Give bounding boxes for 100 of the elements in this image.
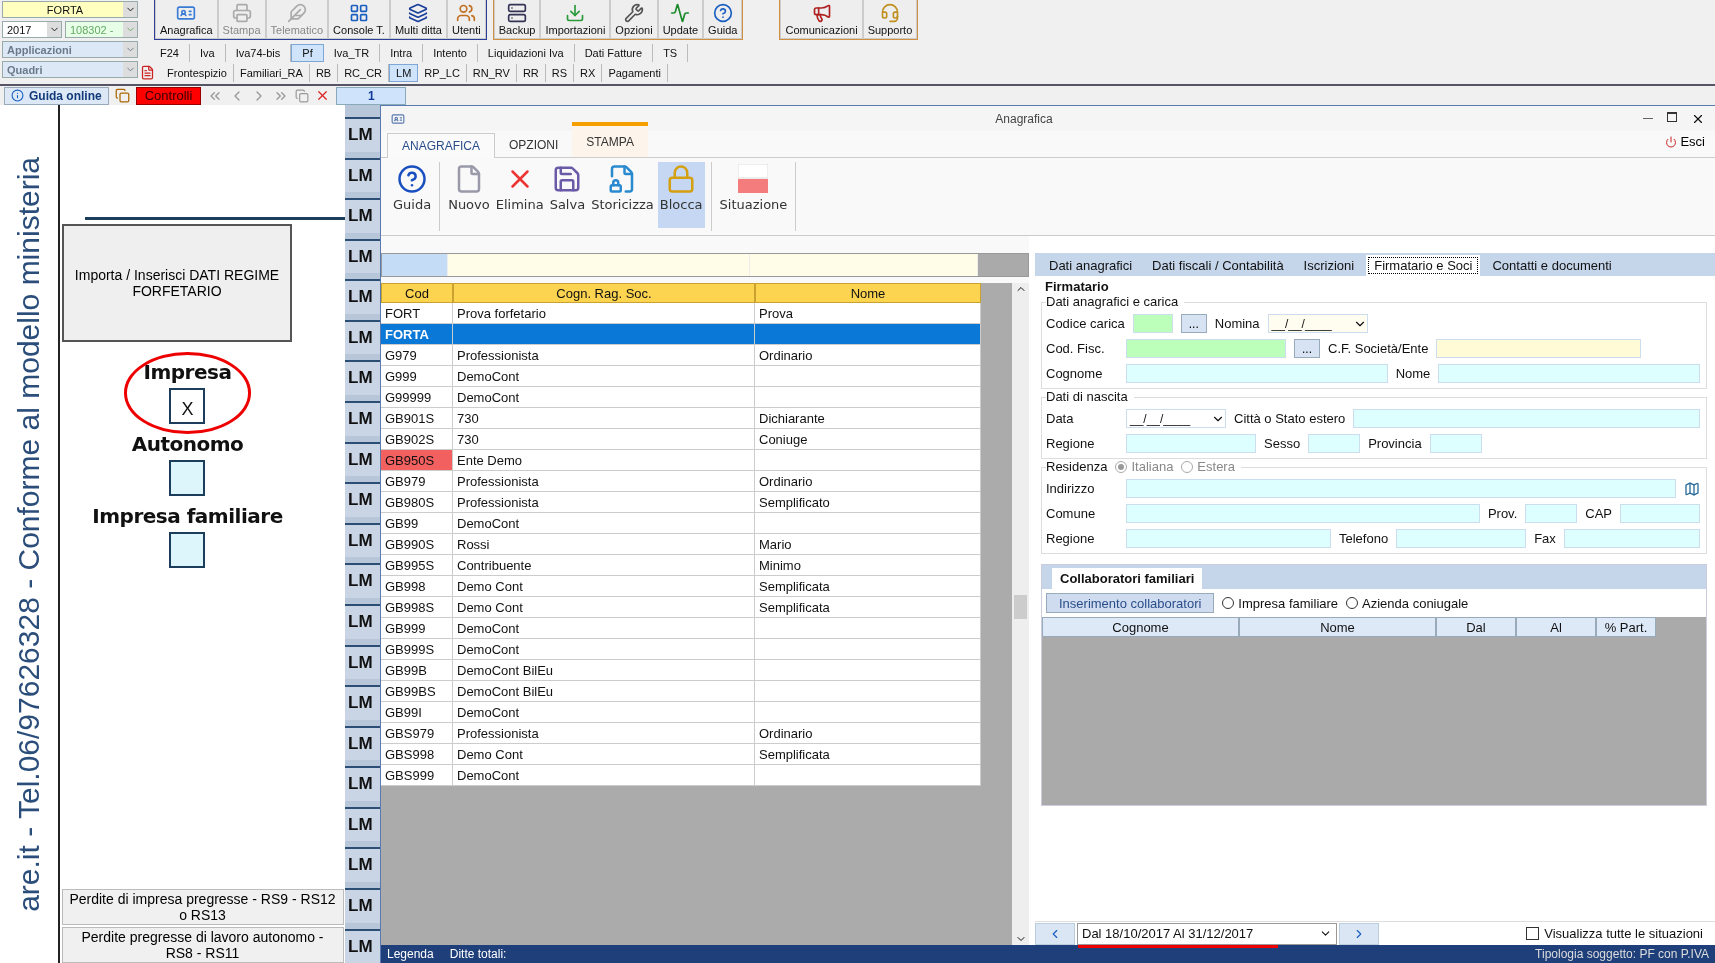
ribbon-tab[interactable]: ANAGRAFICA (387, 133, 495, 158)
page-number-field[interactable]: 1 (336, 86, 407, 105)
column-header[interactable]: % Part. (1596, 617, 1656, 637)
option-checkbox[interactable] (169, 532, 206, 568)
toolbar-button[interactable]: Importazioni (540, 0, 611, 39)
input-field[interactable] (1525, 504, 1578, 523)
app-tab[interactable]: Iva (189, 44, 226, 62)
quadro-tab[interactable]: RS (545, 64, 575, 82)
sheet-tab[interactable]: LM (345, 603, 380, 639)
sheet-tab[interactable]: LM (345, 198, 380, 233)
toolbar-button[interactable]: Opzioni (610, 0, 658, 39)
controls-button[interactable]: Controlli (135, 86, 202, 105)
radio-option[interactable]: Italiana (1115, 459, 1174, 474)
column-header[interactable]: Nome (1239, 617, 1436, 637)
radio-option[interactable]: Azienda coniugale (1346, 595, 1469, 611)
ribbon-button[interactable]: Blocca (657, 162, 705, 228)
sheet-tab[interactable]: LM (345, 725, 380, 761)
input-field[interactable] (1126, 434, 1256, 453)
sheet-tab[interactable]: LM (345, 888, 380, 923)
sheet-tab[interactable]: LM (345, 482, 380, 517)
toolbar-button[interactable]: Console T. (328, 0, 390, 39)
sheet-tab[interactable]: LM (345, 441, 380, 477)
date-field[interactable]: __/__/____ (1126, 409, 1226, 428)
period-combo[interactable]: Dal 18/10/2017 Al 31/12/2017 (1077, 922, 1337, 945)
form-tab[interactable]: Contatti e documenti (1484, 255, 1620, 276)
app-tab[interactable]: Pf (291, 44, 324, 62)
quadro-tab[interactable]: RN_RV (466, 64, 517, 82)
pdf-icon[interactable] (140, 65, 155, 80)
radio-option[interactable]: Impresa familiare (1222, 595, 1339, 611)
maximize-icon[interactable] (1667, 111, 1677, 122)
sheet-tab[interactable]: LM (345, 360, 380, 396)
sheet-tab[interactable]: LM (345, 563, 380, 598)
sheet-tab[interactable]: LM (345, 117, 380, 152)
sheet-tab[interactable]: LM (345, 279, 380, 314)
quadro-tab[interactable]: Familiari_RA (233, 64, 310, 82)
sheet-tab[interactable]: LM (345, 157, 380, 193)
ribbon-button[interactable]: Salva (547, 162, 588, 228)
app-tab[interactable]: Intra (380, 44, 424, 62)
ribbon-button[interactable]: Elimina (493, 162, 546, 228)
ribbon-button[interactable]: Situazione (717, 162, 790, 228)
quadro-tab[interactable]: LM (389, 64, 419, 82)
quadro-tab[interactable]: RP_LC (418, 64, 467, 82)
ribbon-button[interactable]: Guida (391, 162, 434, 228)
app-tab[interactable]: Liquidazioni Iva (477, 44, 575, 62)
input-field[interactable] (1126, 339, 1286, 358)
input-field[interactable] (1353, 409, 1700, 428)
input-field[interactable] (1396, 529, 1527, 548)
input-field[interactable] (1308, 434, 1361, 453)
sheet-tab[interactable]: LM (345, 685, 380, 720)
column-header[interactable]: Cogn. Rag. Soc. (453, 283, 755, 303)
form-tab[interactable]: Dati anagrafici (1041, 255, 1141, 276)
sheet-tab[interactable]: LM (345, 319, 380, 355)
toolbar-button[interactable]: Update (657, 0, 704, 39)
quadro-tab[interactable]: RB (309, 64, 339, 82)
toolbar-button[interactable]: Backup (493, 0, 541, 39)
column-header[interactable]: Cognome (1042, 617, 1239, 637)
quadro-tab[interactable]: Pagamenti (602, 64, 668, 82)
filter-field[interactable] (750, 254, 978, 276)
form-tab[interactable]: Dati fiscali / Contabilità (1144, 255, 1292, 276)
legend-link[interactable]: Legenda (387, 947, 434, 961)
panel-tab[interactable]: Collaboratori familiari (1052, 568, 1203, 589)
form-tab[interactable]: Firmatario e Soci (1366, 255, 1481, 276)
input-field[interactable] (1438, 364, 1700, 383)
app-tab[interactable]: F24 (150, 44, 190, 62)
sheet-tab[interactable]: LM (345, 766, 380, 801)
filter-field[interactable] (382, 254, 448, 276)
toolbar-button[interactable]: Supporto (862, 0, 918, 39)
document-icon[interactable] (114, 88, 130, 103)
ribbon-tab[interactable]: OPZIONI (495, 132, 573, 157)
input-field[interactable] (1436, 339, 1642, 358)
sheet-tab[interactable]: LM (345, 847, 380, 882)
next-button[interactable] (1339, 922, 1379, 945)
copy-icon[interactable] (295, 88, 310, 103)
column-header[interactable]: Cod (381, 283, 453, 303)
company-combo[interactable]: FORTA (2, 1, 138, 18)
import-button[interactable]: Importa / Inserisci DATI REGIME FORFETARIO (62, 224, 292, 342)
toolbar-button[interactable]: Guida (703, 0, 743, 39)
input-field[interactable] (1126, 504, 1480, 523)
radio-option[interactable]: Estera (1181, 459, 1235, 474)
sheet-tab[interactable]: LM (345, 238, 380, 274)
input-field[interactable] (1563, 529, 1700, 548)
date-field[interactable]: __/__/____ (1267, 314, 1368, 333)
quadri-combo[interactable]: Quadri (2, 61, 138, 78)
option-checkbox[interactable]: X (169, 388, 206, 424)
column-header[interactable]: Al (1516, 617, 1596, 637)
column-header[interactable]: Nome (755, 283, 981, 303)
map-icon[interactable] (1684, 480, 1700, 497)
input-field[interactable] (1126, 529, 1331, 548)
form-tab[interactable]: Iscrizioni (1295, 255, 1363, 276)
filter-field[interactable] (448, 254, 750, 276)
input-field[interactable] (1126, 479, 1676, 498)
sheet-tab[interactable]: LM (345, 522, 380, 558)
lookup-button[interactable]: ... (1294, 339, 1320, 358)
year-combo[interactable]: 2017 (2, 21, 62, 38)
column-header[interactable]: Dal (1436, 617, 1516, 637)
sheet-tab[interactable]: LM (345, 928, 380, 963)
sheet-tab[interactable]: LM (345, 644, 380, 680)
input-field[interactable] (1126, 364, 1388, 383)
applications-combo[interactable]: Applicazioni (2, 41, 138, 58)
toolbar-button[interactable]: Anagrafica (155, 0, 218, 39)
